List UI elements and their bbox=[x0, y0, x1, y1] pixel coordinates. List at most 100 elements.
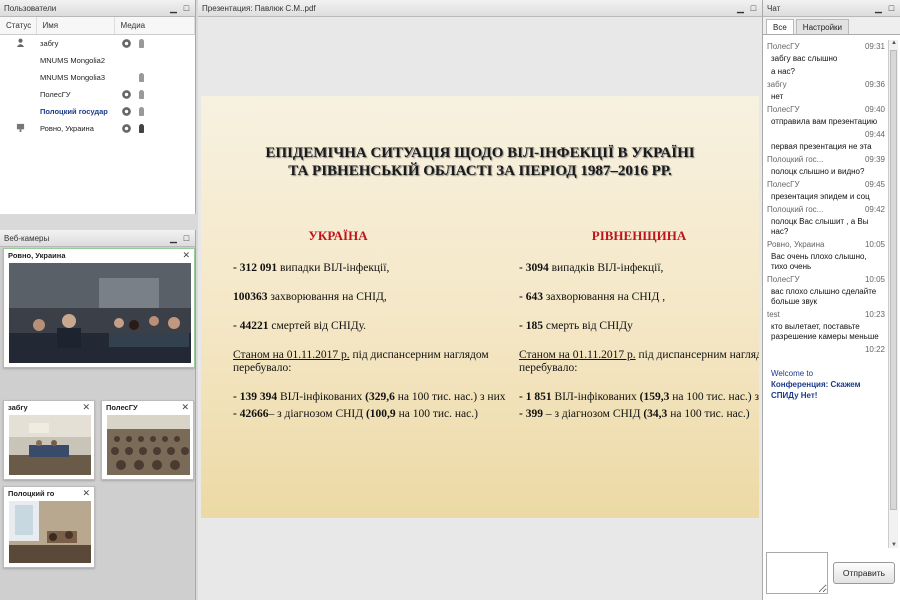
chat-input[interactable] bbox=[766, 552, 828, 594]
maximize-icon[interactable]: □ bbox=[887, 3, 896, 14]
microphone-icon[interactable] bbox=[139, 123, 144, 133]
welcome-prefix: Welcome to bbox=[771, 369, 814, 378]
chat-message: ПолесГУ 09:31 забгу вас слышно а нас? bbox=[767, 42, 885, 77]
user-row[interactable]: Ровно, Украина bbox=[0, 120, 195, 137]
webcam-window-zabgu[interactable]: забгу ✕ bbox=[3, 400, 95, 480]
user-name: ПолесГУ bbox=[40, 89, 71, 99]
chat-message: ПолесГУ 09:45 презентация эпидем и соц bbox=[767, 180, 885, 202]
webcam-icon[interactable] bbox=[122, 38, 131, 48]
tab-settings[interactable]: Настройки bbox=[795, 19, 850, 34]
user-media bbox=[114, 69, 195, 86]
message-time: 09:44 bbox=[864, 130, 885, 139]
close-icon[interactable]: ✕ bbox=[182, 250, 190, 261]
note-text: Станом на 01.11.2017 р. під диспансерним… bbox=[233, 349, 489, 374]
message-time: 09:40 bbox=[864, 105, 885, 114]
column-heading: РІВНЕНЩИНА bbox=[591, 228, 687, 243]
users-panel-title: Пользователи bbox=[4, 3, 57, 13]
user-row[interactable]: ПолесГУ bbox=[0, 86, 195, 103]
scroll-thumb[interactable] bbox=[890, 50, 897, 510]
chat-message: test 10:23 кто вылетает, поставьте разреше… bbox=[767, 310, 885, 342]
webcam-video bbox=[9, 263, 191, 363]
close-icon[interactable]: ✕ bbox=[181, 402, 189, 413]
slide-column-ukraine: УКРАЇНА - 312 091 випадки ВІЛ-інфекції, … bbox=[233, 228, 508, 437]
chat-panel: Чат ▁ □ Все Настройки ПолесГУ 09:31 забгу … bbox=[762, 0, 900, 600]
user-row[interactable]: MNUMS Mongolia3 bbox=[0, 69, 195, 86]
webcam-label: ПолесГУ bbox=[106, 402, 138, 412]
webcams-panel-title: Веб-камеры bbox=[4, 233, 50, 243]
chat-tabs: Все Настройки bbox=[763, 17, 900, 35]
webcam-label: Ровно, Украина bbox=[8, 250, 66, 260]
webcams-panel-header: Веб-камеры ▁ □ bbox=[0, 230, 195, 247]
message-time: 09:39 bbox=[864, 155, 885, 164]
user-media bbox=[114, 120, 195, 137]
message-time: 09:31 bbox=[864, 42, 885, 51]
note-text: Станом на 01.11.2017 р. під диспансерним… bbox=[519, 349, 759, 374]
presentation-panel: Презентация: Павлюк С.М..pdf ▁ □ ЕПІДЕМІ… bbox=[198, 0, 762, 600]
column-heading: УКРАЇНА bbox=[308, 228, 368, 243]
webcam-window-polotsk[interactable]: Полоцкий го ✕ bbox=[3, 486, 95, 568]
message-text: а нас? bbox=[771, 67, 795, 76]
chat-message-list[interactable]: ПолесГУ 09:31 забгу вас слышно а нас? забгу 0… bbox=[763, 40, 885, 548]
user-row[interactable]: Полоцкий государ bbox=[0, 103, 195, 120]
column-header-status[interactable]: Статус bbox=[0, 17, 37, 35]
user-row[interactable]: забгу bbox=[0, 34, 195, 52]
webcam-label: Полоцкий го bbox=[8, 488, 55, 498]
message-sender: забгу bbox=[767, 80, 787, 89]
maximize-icon[interactable]: □ bbox=[182, 3, 191, 14]
webcam-icon[interactable] bbox=[122, 89, 131, 99]
tab-all[interactable]: Все bbox=[766, 19, 794, 34]
user-name: Полоцкий государ bbox=[40, 106, 108, 116]
maximize-icon[interactable]: □ bbox=[749, 3, 758, 14]
stat-line: - 399 – з діагнозом СНІД (34,3 на 100 ти… bbox=[519, 408, 750, 420]
user-status bbox=[0, 34, 36, 52]
microphone-icon[interactable] bbox=[139, 89, 144, 99]
user-media bbox=[114, 34, 195, 52]
chat-title: Чат bbox=[767, 3, 781, 13]
webcam-icon[interactable] bbox=[122, 106, 131, 116]
presenter-icon bbox=[16, 123, 24, 132]
column-header-media[interactable]: Медиа bbox=[114, 17, 195, 35]
chat-message: забгу 09:36 нет bbox=[767, 80, 885, 102]
stat-line: - 44221 смертей від СНІДу. bbox=[233, 320, 367, 332]
message-sender: Полоцкий гос... bbox=[767, 205, 824, 214]
user-icon bbox=[16, 38, 24, 47]
chat-message: 10:22 bbox=[767, 345, 885, 354]
message-time: 09:36 bbox=[864, 80, 885, 89]
slide-column-rivne: РІВНЕНЩИНА - 3094 випадків ВІЛ-інфекції,… bbox=[519, 228, 759, 437]
chat-scrollbar[interactable]: ▲ ▼ bbox=[888, 40, 898, 548]
column-header-name[interactable]: Имя bbox=[36, 17, 115, 35]
close-icon[interactable]: ✕ bbox=[82, 488, 90, 499]
user-row[interactable]: MNUMS Mongolia2 bbox=[0, 52, 195, 69]
minimize-icon[interactable]: ▁ bbox=[736, 3, 745, 14]
webcam-icon[interactable] bbox=[122, 123, 131, 133]
minimize-icon[interactable]: ▁ bbox=[874, 3, 883, 14]
users-panel-header: Пользователи ▁ □ bbox=[0, 0, 195, 17]
chat-message: ПолесГУ 10:05 вас плохо слышно сделайте бо… bbox=[767, 275, 885, 307]
scroll-down-icon[interactable]: ▼ bbox=[889, 542, 899, 548]
webcams-panel: Веб-камеры ▁ □ Ровно, Украина ✕ забгу ✕ … bbox=[0, 230, 196, 600]
microphone-icon[interactable] bbox=[139, 38, 144, 48]
user-media bbox=[114, 103, 195, 120]
microphone-icon[interactable] bbox=[139, 106, 144, 116]
chat-message: Ровно, Украина 10:05 Вас очень плохо слышн… bbox=[767, 240, 885, 272]
message-text: отправила вам презентацию bbox=[771, 117, 878, 126]
webcam-window-polesgu[interactable]: ПолесГУ ✕ bbox=[101, 400, 194, 480]
user-media bbox=[114, 86, 195, 103]
send-button[interactable]: Отправить bbox=[833, 562, 895, 584]
close-icon[interactable]: ✕ bbox=[82, 402, 90, 413]
scroll-up-icon[interactable]: ▲ bbox=[889, 40, 899, 46]
user-name: MNUMS Mongolia3 bbox=[40, 72, 106, 82]
webcam-window-rovno[interactable]: Ровно, Украина ✕ bbox=[3, 248, 195, 368]
stat-line: - 643 захворювання на СНІД , bbox=[519, 291, 666, 303]
users-table: Статус Имя Медиа забгу MNUMS Mongolia2 MNU… bbox=[0, 17, 195, 137]
minimize-icon[interactable]: ▁ bbox=[169, 3, 178, 14]
message-text: нет bbox=[771, 92, 784, 101]
message-sender: Ровно, Украина bbox=[767, 240, 825, 249]
maximize-icon[interactable]: □ bbox=[182, 233, 191, 244]
microphone-icon[interactable] bbox=[139, 72, 144, 82]
webcam-video bbox=[9, 501, 91, 563]
minimize-icon[interactable]: ▁ bbox=[169, 233, 178, 244]
presentation-title: Презентация: Павлюк С.М..pdf bbox=[202, 3, 316, 13]
user-media bbox=[114, 52, 195, 69]
message-sender: ПолесГУ bbox=[767, 275, 800, 284]
